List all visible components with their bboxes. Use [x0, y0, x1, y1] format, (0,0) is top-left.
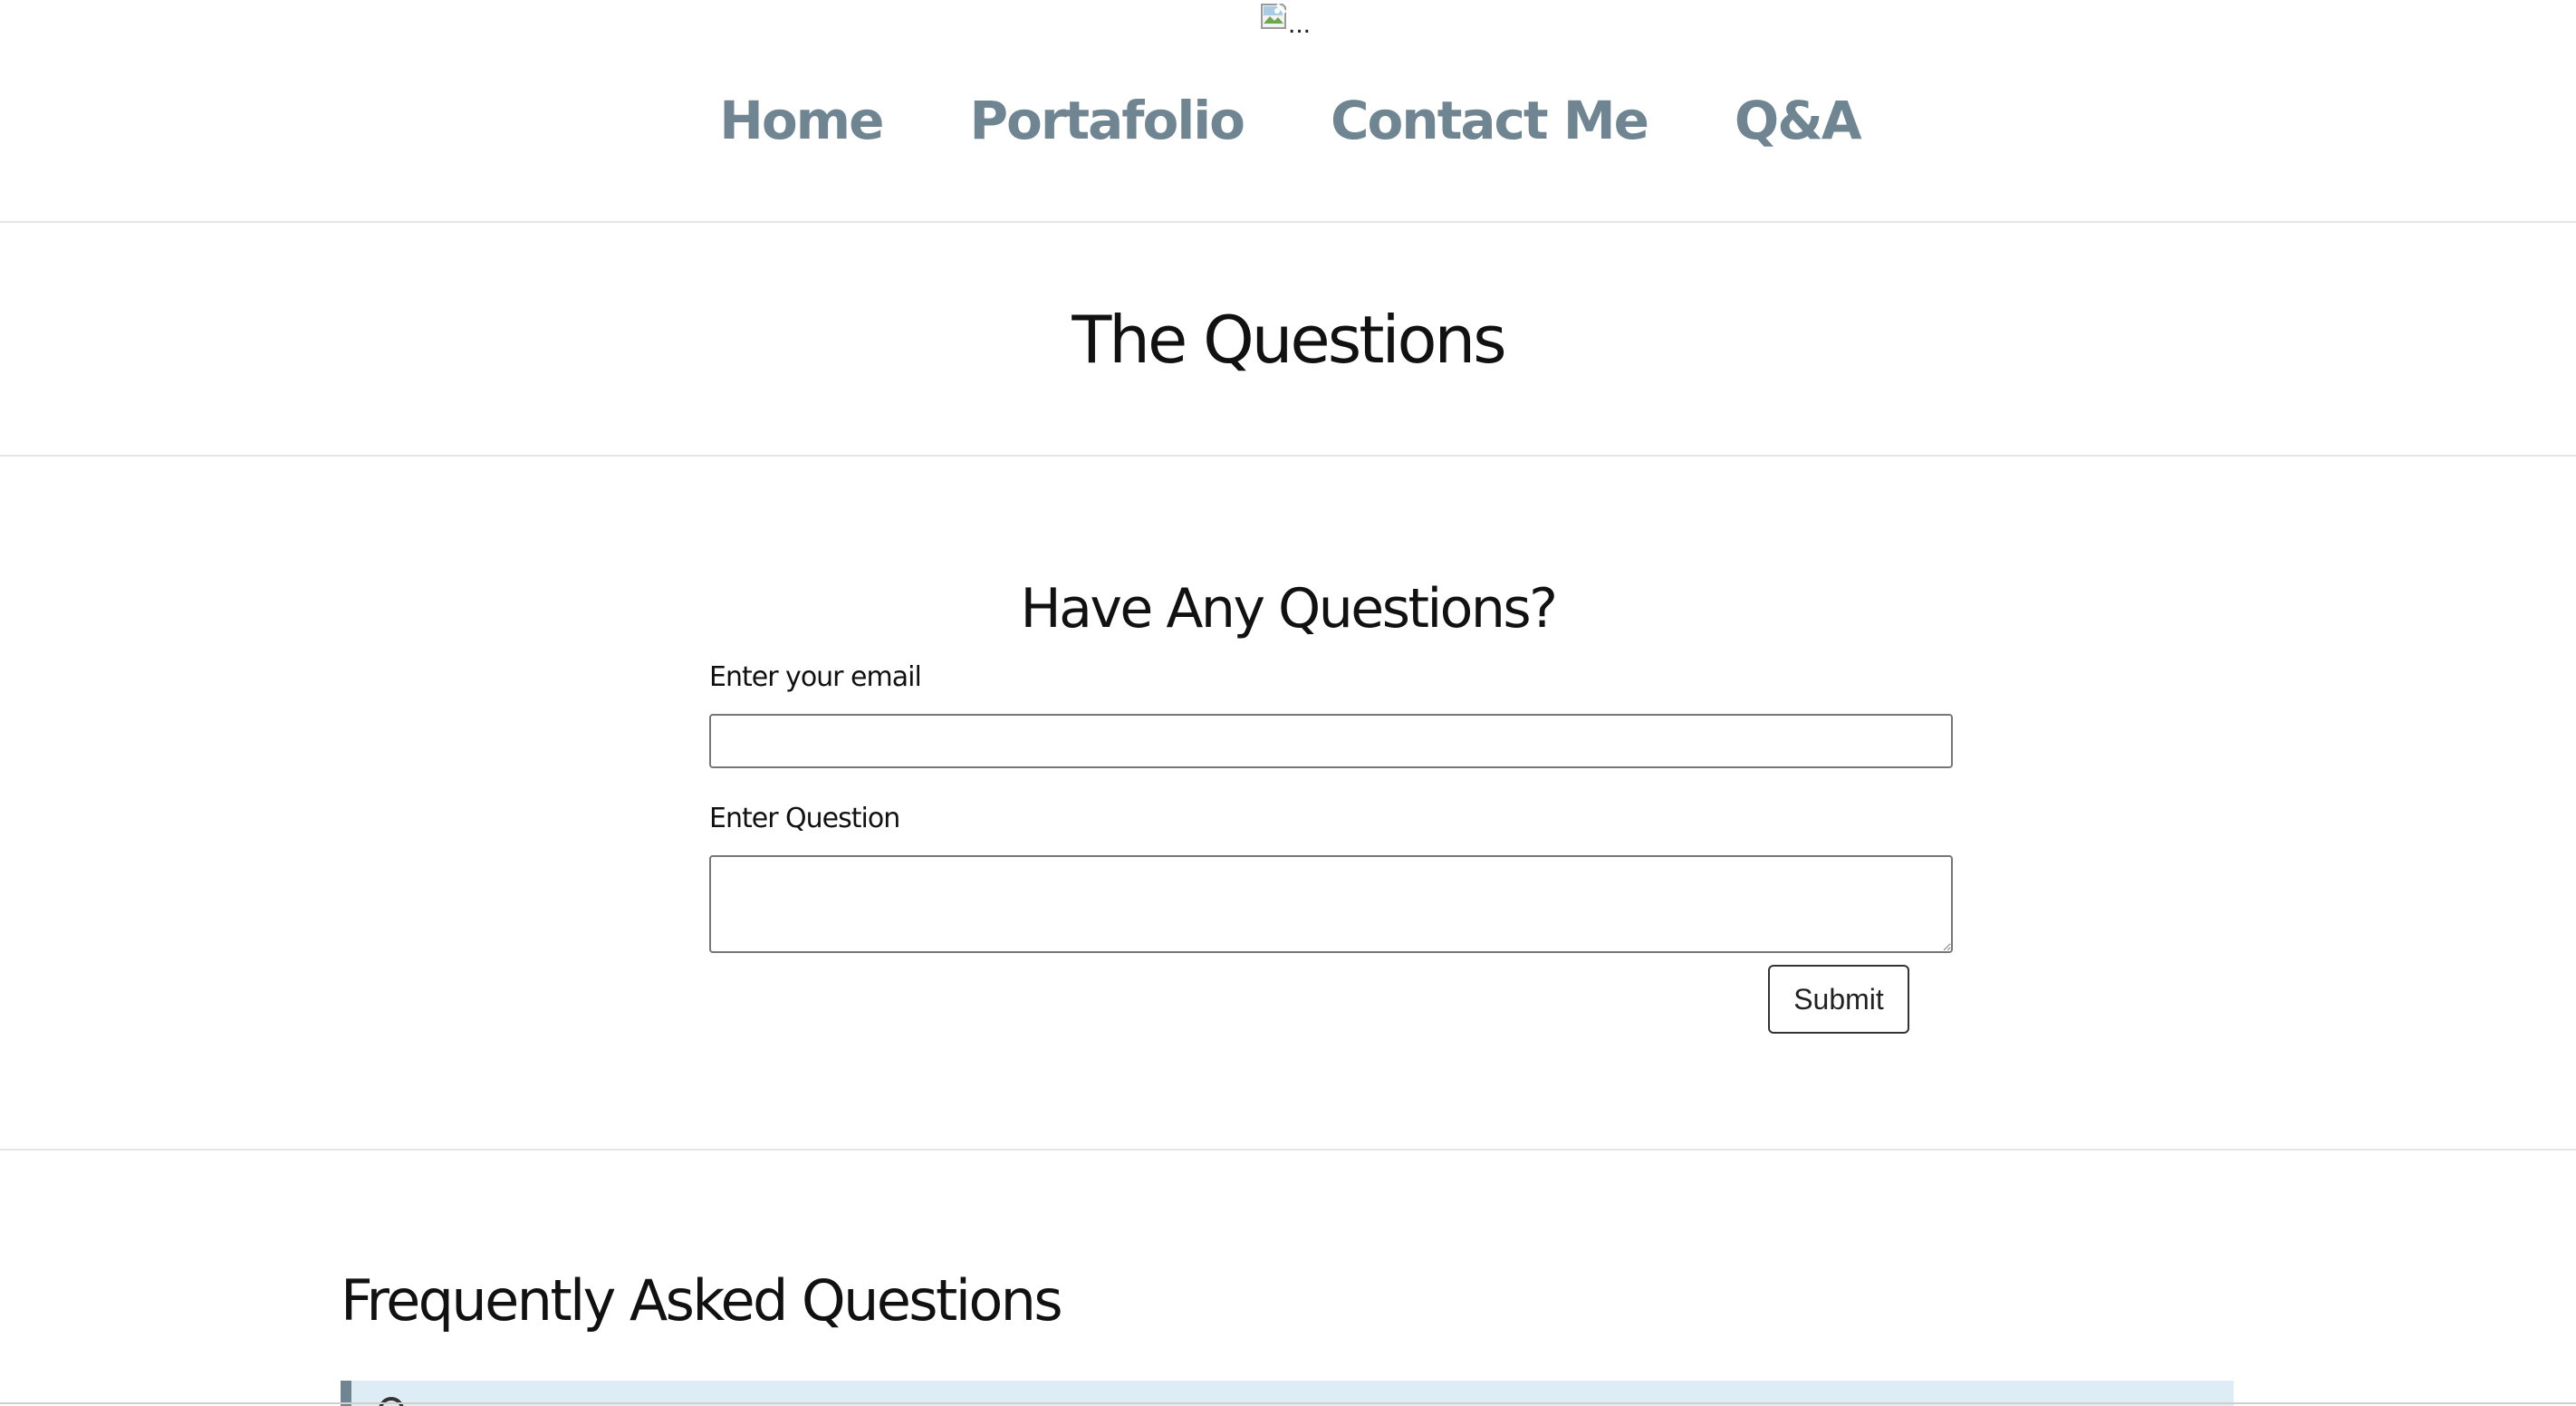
- viewport-bottom-edge: [0, 1402, 2576, 1404]
- question-label: Enter Question: [709, 803, 900, 834]
- broken-image-icon: [1261, 3, 1287, 29]
- form-heading: Have Any Questions?: [1020, 577, 1559, 640]
- nav-link-home[interactable]: Home: [719, 90, 884, 151]
- logo-alt-text: ...: [1288, 9, 1312, 39]
- faq-title: Frequently Asked Questions: [341, 1267, 1063, 1334]
- title-divider: [0, 455, 2576, 457]
- main-nav: Home Portafolio Contact Me Q&A: [0, 80, 2576, 161]
- site-logo: ...: [1261, 3, 1312, 39]
- submit-button[interactable]: Submit: [1768, 965, 1909, 1034]
- email-label: Enter your email: [709, 661, 922, 693]
- email-field[interactable]: [709, 714, 1953, 768]
- faq-item-question-glyph: [379, 1397, 404, 1406]
- header-divider: [0, 221, 2576, 223]
- nav-link-contact-me[interactable]: Contact Me: [1331, 90, 1649, 151]
- form-divider: [0, 1149, 2576, 1151]
- nav-link-portafolio[interactable]: Portafolio: [969, 90, 1245, 151]
- nav-link-qa[interactable]: Q&A: [1735, 90, 1862, 151]
- question-textarea[interactable]: [709, 855, 1953, 953]
- page-title: The Questions: [1072, 302, 1506, 378]
